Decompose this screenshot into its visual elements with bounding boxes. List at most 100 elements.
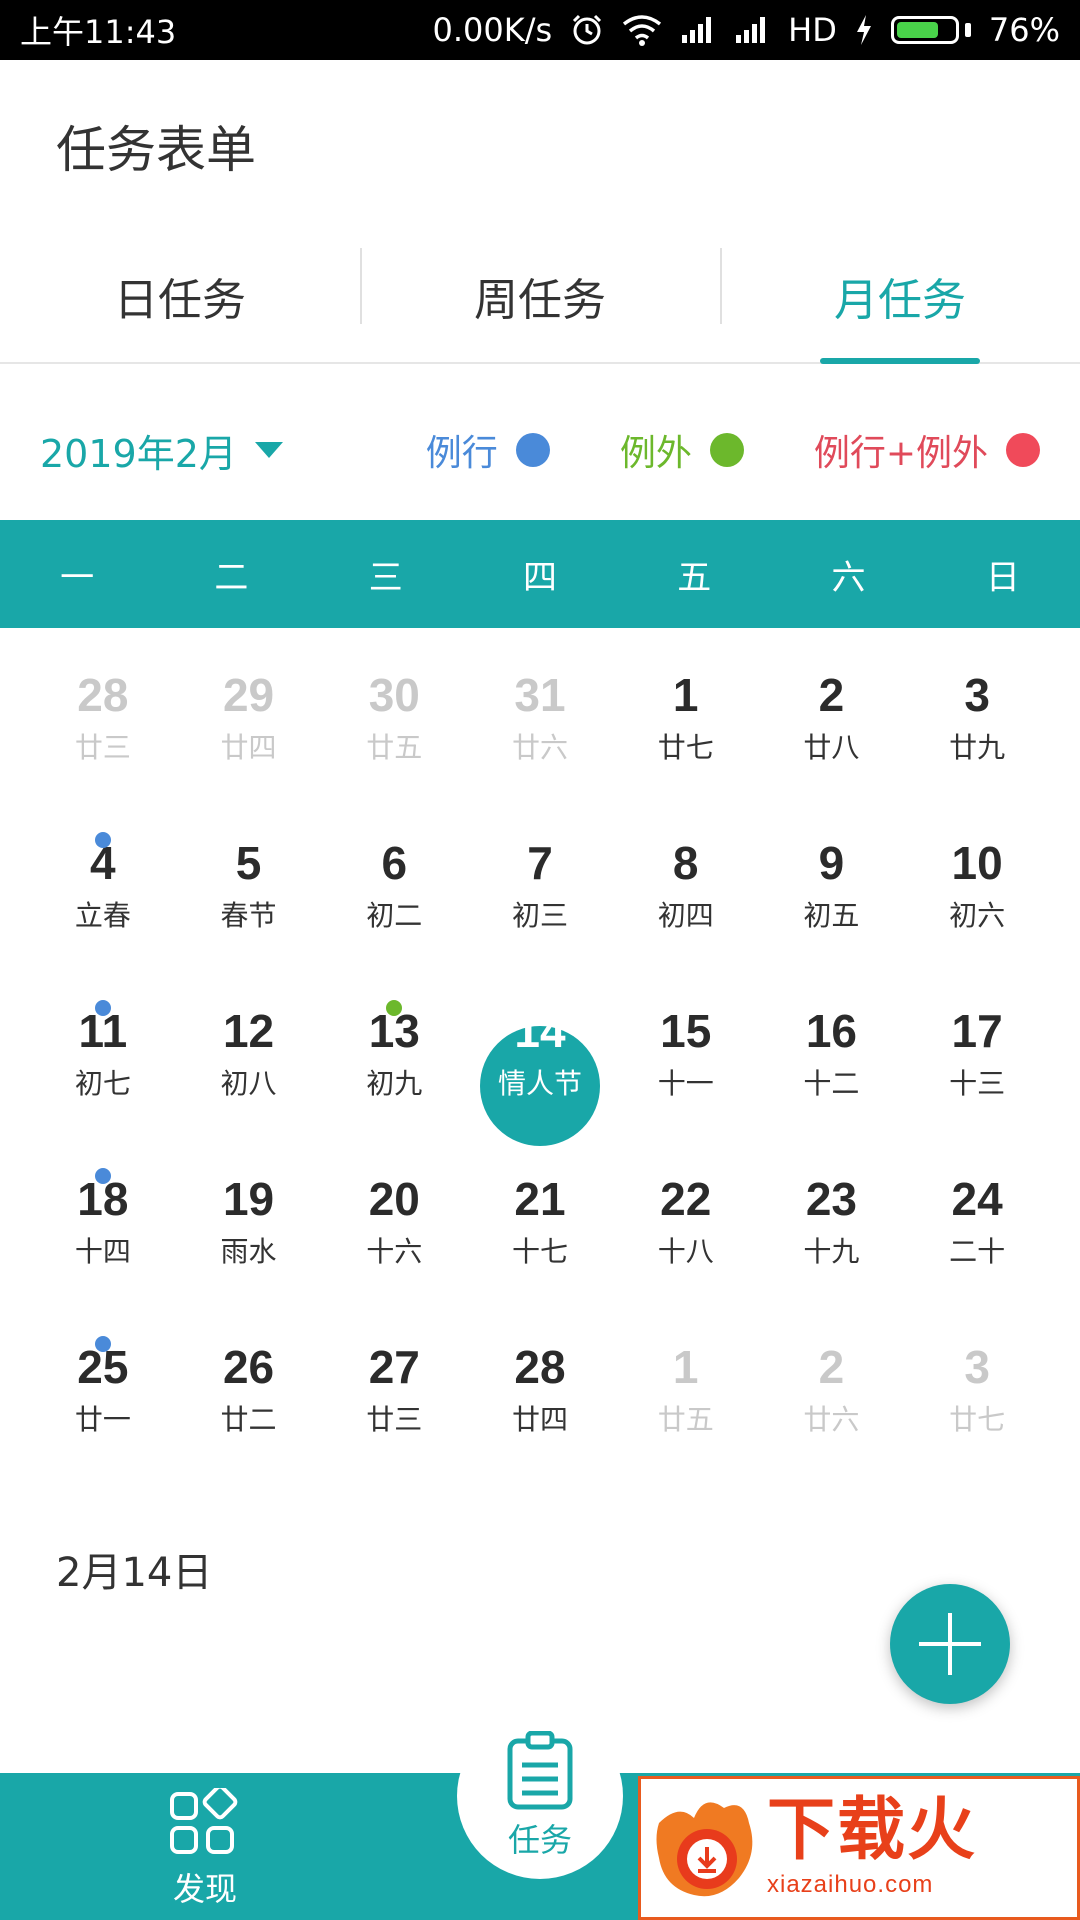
add-task-button[interactable] xyxy=(890,1584,1010,1704)
lunar-date: 二十 xyxy=(949,1235,1006,1268)
calendar-day[interactable]: 17 十三 xyxy=(904,976,1050,1144)
calendar-day[interactable]: 6 初二 xyxy=(321,808,467,976)
calendar-grid: 28 廿三 29 廿四 30 廿五 31 廿六 1 廿七 2 廿八 3 廿九 4 立春 5 春节 6 初二 7 初三 8 初四… xyxy=(30,640,1050,1480)
calendar-day[interactable]: 20 十六 xyxy=(321,1144,467,1312)
calendar-day[interactable]: 18 十四 xyxy=(30,1144,176,1312)
month-selector[interactable]: 2019年2月 xyxy=(40,423,283,478)
calendar-day[interactable]: 3 廿七 xyxy=(904,1312,1050,1480)
calendar-day[interactable]: 2 廿六 xyxy=(759,1312,905,1480)
calendar-day[interactable]: 4 立春 xyxy=(30,808,176,976)
calendar-day[interactable]: 28 廿四 xyxy=(467,1312,613,1480)
lunar-date: 十七 xyxy=(511,1235,568,1268)
tab-weekly[interactable]: 周任务 xyxy=(360,230,720,362)
month-label: 2019年2月 xyxy=(40,431,237,476)
calendar-day[interactable]: 11 初七 xyxy=(30,976,176,1144)
calendar-day[interactable]: 1 廿五 xyxy=(613,1312,759,1480)
network-speed: 0.00K/s xyxy=(432,11,553,49)
calendar-day[interactable]: 5 春节 xyxy=(176,808,322,976)
legend-dot-icon xyxy=(515,433,550,467)
calendar-day[interactable]: 23 十九 xyxy=(759,1144,905,1312)
lunar-date: 十八 xyxy=(657,1235,714,1268)
weekday-label: 五 xyxy=(677,557,712,598)
day-number: 26 xyxy=(222,1341,275,1393)
weekday-label: 三 xyxy=(368,557,403,598)
calendar-day[interactable]: 19 雨水 xyxy=(176,1144,322,1312)
lunar-date: 初六 xyxy=(949,899,1006,932)
nav-tasks[interactable]: 任务 xyxy=(457,1713,623,1879)
calendar-day[interactable]: 24 二十 xyxy=(904,1144,1050,1312)
lunar-date: 廿三 xyxy=(74,731,131,764)
lunar-date: 初七 xyxy=(74,1067,131,1100)
lunar-date: 初四 xyxy=(657,899,714,932)
plus-icon xyxy=(919,1613,981,1675)
lunar-date: 廿八 xyxy=(803,731,860,764)
lunar-date: 廿七 xyxy=(657,731,714,764)
day-number: 21 xyxy=(514,1173,566,1225)
calendar-day[interactable]: 31 廿六 xyxy=(467,640,613,808)
tab-daily[interactable]: 日任务 xyxy=(0,230,360,362)
day-number: 1 xyxy=(672,1341,699,1393)
lunar-date: 春节 xyxy=(220,899,277,932)
calendar-day[interactable]: 1 廿七 xyxy=(613,640,759,808)
calendar-day[interactable]: 10 初六 xyxy=(904,808,1050,976)
lunar-date: 初二 xyxy=(366,899,423,932)
lunar-date: 雨水 xyxy=(220,1235,277,1268)
grid-icon xyxy=(170,1787,238,1854)
legend-item-exception: 例外 xyxy=(620,424,744,476)
calendar-day[interactable]: 22 十八 xyxy=(613,1144,759,1312)
tab-monthly[interactable]: 月任务 xyxy=(720,230,1080,362)
status-icons: 0.00K/s HD 76% xyxy=(432,11,1060,49)
lunar-date: 十六 xyxy=(366,1235,423,1268)
day-number: 28 xyxy=(514,1341,566,1393)
lunar-date: 廿五 xyxy=(366,731,423,764)
day-number: 23 xyxy=(805,1173,857,1225)
weekday-label: 一 xyxy=(60,557,95,598)
task-dot-icon xyxy=(94,1000,111,1016)
watermark-text: 下载火 xyxy=(767,1791,978,1870)
legend: 例行 例外 例行+例外 xyxy=(426,424,1040,476)
calendar-day[interactable]: 26 廿二 xyxy=(176,1312,322,1480)
day-number: 16 xyxy=(805,1005,857,1057)
calendar-day[interactable]: 2 廿八 xyxy=(759,640,905,808)
lunar-date: 初五 xyxy=(803,899,860,932)
status-time: 上午11:43 xyxy=(20,13,177,51)
page-title: 任务表单 xyxy=(56,121,256,179)
day-number: 6 xyxy=(381,837,408,889)
weekday-header: 一 二 三 四 五 六 日 xyxy=(0,520,1080,628)
lunar-date: 廿九 xyxy=(949,731,1006,764)
status-bar: 上午11:43 0.00K/s HD 76% xyxy=(0,0,1080,60)
calendar-day[interactable]: 7 初三 xyxy=(467,808,613,976)
nav-discover[interactable]: 发现 xyxy=(120,1781,290,1916)
calendar-day-selected[interactable]: 14 情人节 xyxy=(467,976,613,1146)
calendar-day[interactable]: 30 廿五 xyxy=(321,640,467,808)
calendar-day[interactable]: 28 廿三 xyxy=(30,640,176,808)
day-number: 12 xyxy=(222,1005,275,1057)
calendar-day[interactable]: 12 初八 xyxy=(176,976,322,1144)
lunar-date: 廿七 xyxy=(949,1403,1006,1436)
day-number: 17 xyxy=(951,1005,1003,1057)
calendar-day[interactable]: 27 廿三 xyxy=(321,1312,467,1480)
signal-icon xyxy=(680,12,716,48)
calendar-day[interactable]: 3 廿九 xyxy=(904,640,1050,808)
day-number: 15 xyxy=(660,1005,712,1057)
calendar-day[interactable]: 13 初九 xyxy=(321,976,467,1144)
watermark-banner: 下载火 xiazaihuo.com xyxy=(638,1776,1080,1920)
day-number: 27 xyxy=(368,1341,420,1393)
lunar-date: 廿一 xyxy=(74,1403,131,1436)
day-number: 3 xyxy=(964,1341,990,1393)
calendar-day[interactable]: 29 廿四 xyxy=(176,640,322,808)
lunar-date: 廿六 xyxy=(511,731,568,764)
flame-logo-icon xyxy=(649,1793,759,1903)
task-dot-icon xyxy=(94,1168,111,1184)
calendar-day[interactable]: 9 初五 xyxy=(759,808,905,976)
calendar-day[interactable]: 15 十一 xyxy=(613,976,759,1144)
legend-item-both: 例行+例外 xyxy=(814,424,1040,476)
day-number: 19 xyxy=(222,1173,275,1225)
calendar-day[interactable]: 8 初四 xyxy=(613,808,759,976)
calendar-day[interactable]: 16 十二 xyxy=(759,976,905,1144)
calendar-day[interactable]: 21 十七 xyxy=(467,1144,613,1312)
legend-item-routine: 例行 xyxy=(426,424,550,476)
network-type: HD xyxy=(788,11,837,49)
calendar-day[interactable]: 25 廿一 xyxy=(30,1312,176,1480)
lunar-date: 廿四 xyxy=(511,1403,568,1436)
